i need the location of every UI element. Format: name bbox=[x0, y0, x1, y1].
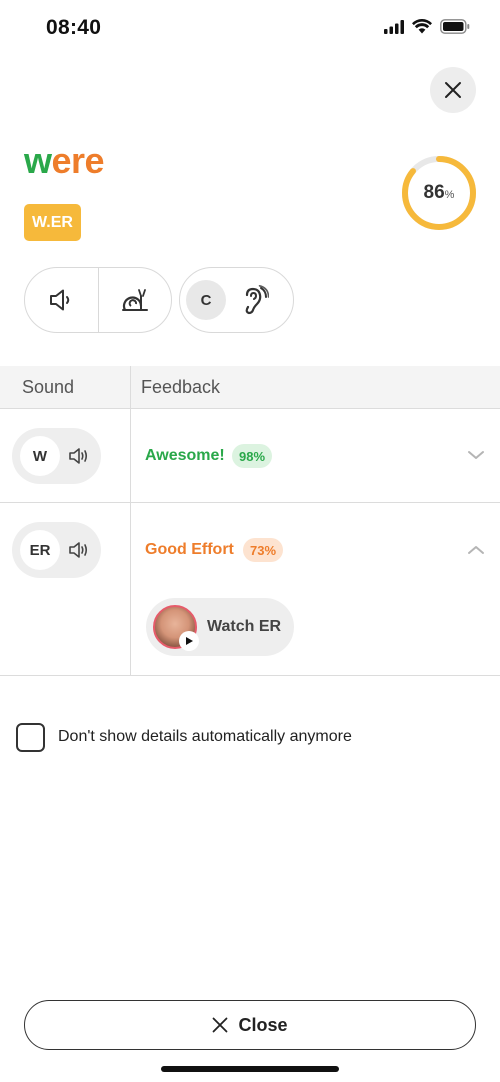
word-title: were bbox=[24, 140, 105, 182]
feedback-column-header: Feedback bbox=[141, 377, 221, 397]
status-icons bbox=[384, 19, 470, 34]
ear-icon bbox=[245, 285, 269, 315]
score-unit: % bbox=[444, 188, 455, 201]
sound-column-header: Sound bbox=[22, 377, 75, 397]
sound-pill-w[interactable]: W bbox=[12, 428, 101, 484]
table-header: Sound Feedback bbox=[0, 366, 500, 409]
play-sound-button[interactable] bbox=[25, 268, 98, 332]
close-button-label: Close bbox=[238, 1014, 288, 1035]
feedback-label: Good Effort bbox=[145, 541, 234, 558]
word-part-effort: ere bbox=[51, 140, 105, 181]
chevron-up-icon[interactable] bbox=[466, 540, 486, 560]
playback-controls bbox=[24, 267, 172, 333]
cellular-signal-icon bbox=[384, 19, 404, 34]
home-indicator bbox=[161, 1066, 339, 1072]
row-divider bbox=[0, 502, 500, 503]
play-icon bbox=[179, 631, 199, 651]
row-divider bbox=[0, 675, 500, 676]
wifi-icon bbox=[412, 19, 432, 34]
auto-details-checkbox[interactable] bbox=[16, 723, 45, 752]
sound-letter: W bbox=[20, 436, 60, 476]
sound-letter: ER bbox=[20, 530, 60, 570]
watch-label: Watch ER bbox=[207, 618, 282, 635]
slow-playback-button[interactable] bbox=[99, 268, 172, 332]
ipa-badge: W.ER bbox=[24, 204, 81, 241]
close-icon bbox=[445, 82, 461, 98]
battery-icon bbox=[440, 19, 470, 34]
score-value: 86 bbox=[423, 182, 445, 203]
speaker-icon bbox=[50, 289, 70, 311]
speaker-icon bbox=[69, 542, 88, 558]
watch-video-button[interactable]: Watch ER bbox=[146, 598, 294, 656]
status-bar: 08:40 bbox=[0, 0, 500, 56]
column-divider bbox=[130, 366, 131, 675]
checkbox-label: Don't show details automatically anymore bbox=[58, 728, 352, 745]
score-badge: 73% bbox=[243, 538, 284, 562]
tutor-avatar bbox=[153, 605, 199, 651]
sound-pill-er[interactable]: ER bbox=[12, 522, 101, 578]
snail-icon bbox=[121, 289, 148, 311]
chevron-down-icon[interactable] bbox=[466, 445, 486, 465]
close-icon bbox=[213, 1017, 228, 1033]
listen-button[interactable] bbox=[230, 275, 280, 325]
speaker-icon bbox=[69, 448, 88, 464]
score-badge: 98% bbox=[232, 444, 273, 468]
status-time: 08:40 bbox=[46, 16, 102, 39]
score-text: 86% bbox=[400, 154, 478, 232]
c-toggle-button[interactable]: C bbox=[186, 280, 226, 320]
feedback-label: Awesome! bbox=[145, 447, 225, 464]
close-x-button[interactable] bbox=[430, 67, 476, 113]
listen-controls: C bbox=[179, 267, 294, 333]
word-part-good: w bbox=[24, 140, 52, 181]
close-button[interactable]: Close bbox=[24, 1000, 476, 1050]
